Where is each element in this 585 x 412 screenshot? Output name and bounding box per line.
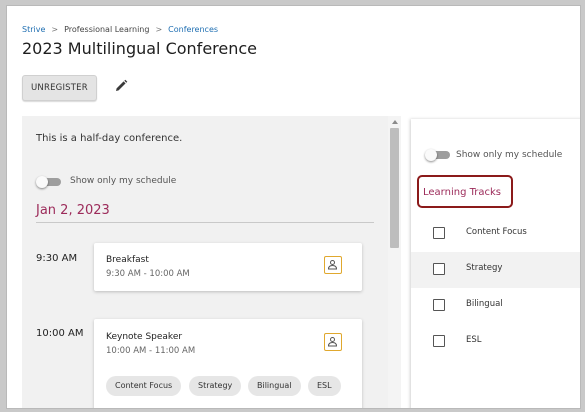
- schedule-date: Jan 2, 2023: [36, 203, 110, 218]
- track-row-bilingual[interactable]: Bilingual: [411, 288, 580, 324]
- show-my-schedule-toggle[interactable]: [36, 176, 62, 188]
- track-label: Content Focus: [466, 227, 527, 237]
- tag-esl: ESL: [308, 376, 341, 396]
- learning-tracks-heading: Learning Tracks: [423, 187, 501, 198]
- session-time: 9:30 AM: [36, 253, 78, 264]
- checkbox[interactable]: [433, 335, 445, 347]
- session-time-range: 9:30 AM - 10:00 AM: [106, 269, 190, 279]
- scrollbar-thumb[interactable]: [390, 128, 399, 248]
- person-icon[interactable]: [324, 256, 342, 274]
- track-label: Strategy: [466, 263, 503, 273]
- scroll-up-arrow-icon[interactable]: [392, 120, 398, 124]
- breadcrumb-conferences[interactable]: Conferences: [168, 25, 218, 34]
- schedule-scrollbar[interactable]: [388, 116, 401, 408]
- checkbox[interactable]: [433, 299, 445, 311]
- breadcrumb-separator: >: [155, 25, 163, 34]
- tag-bilingual: Bilingual: [248, 376, 301, 396]
- toggle-thumb: [36, 176, 48, 188]
- filter-show-my-schedule-toggle[interactable]: [425, 149, 451, 161]
- session-time: 10:00 AM: [36, 328, 84, 339]
- session-card-keynote[interactable]: Keynote Speaker 10:00 AM - 11:00 AM Cont…: [94, 319, 362, 408]
- show-my-schedule-label: Show only my schedule: [70, 176, 177, 186]
- track-row-content-focus[interactable]: Content Focus: [411, 216, 580, 252]
- date-divider: [36, 222, 374, 223]
- track-label: Bilingual: [466, 299, 503, 309]
- breadcrumb-strive[interactable]: Strive: [22, 25, 45, 34]
- filter-panel: Show only my schedule Learning Tracks Co…: [411, 119, 580, 408]
- session-title: Keynote Speaker: [106, 332, 183, 342]
- conference-description: This is a half-day conference.: [36, 133, 183, 144]
- breadcrumb-separator: >: [51, 25, 59, 34]
- breadcrumb-professional-learning[interactable]: Professional Learning: [64, 25, 149, 34]
- page-title: 2023 Multilingual Conference: [22, 39, 258, 58]
- tag-strategy: Strategy: [189, 376, 242, 396]
- schedule-panel: This is a half-day conference. Show only…: [22, 116, 388, 408]
- tag-content-focus: Content Focus: [106, 376, 182, 396]
- session-card-breakfast[interactable]: Breakfast 9:30 AM - 10:00 AM: [94, 243, 362, 291]
- unregister-button[interactable]: UNREGISTER: [22, 75, 97, 101]
- track-row-esl[interactable]: ESL: [411, 324, 580, 360]
- filter-show-my-schedule-label: Show only my schedule: [456, 150, 563, 160]
- toggle-thumb: [425, 149, 437, 161]
- breadcrumb: Strive > Professional Learning > Conferences: [22, 25, 218, 34]
- person-icon[interactable]: [324, 333, 342, 351]
- checkbox[interactable]: [433, 227, 445, 239]
- session-title: Breakfast: [106, 255, 149, 265]
- track-row-strategy[interactable]: Strategy: [411, 252, 580, 288]
- session-time-range: 10:00 AM - 11:00 AM: [106, 346, 196, 356]
- track-label: ESL: [466, 335, 482, 345]
- pencil-icon[interactable]: [113, 78, 129, 94]
- checkbox[interactable]: [433, 263, 445, 275]
- app-window: Strive > Professional Learning > Conferences…: [6, 5, 581, 409]
